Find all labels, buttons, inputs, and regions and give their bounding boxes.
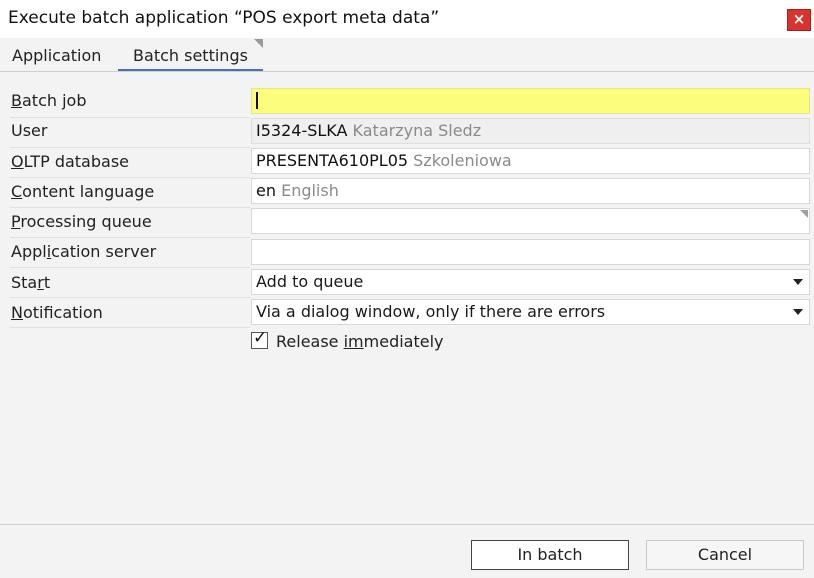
footer-divider bbox=[0, 524, 814, 525]
cancel-button[interactable]: Cancel bbox=[646, 540, 804, 570]
batch-job-label: Batch job bbox=[11, 91, 87, 110]
batch-job-input[interactable] bbox=[251, 88, 810, 114]
title-bar: Execute batch application “POS export me… bbox=[0, 0, 814, 39]
row-divider bbox=[10, 177, 250, 178]
lookup-corner-icon bbox=[800, 210, 808, 218]
text-cursor bbox=[256, 92, 258, 109]
checkmark-icon: ✓ bbox=[253, 328, 268, 348]
chevron-down-icon[interactable] bbox=[793, 309, 803, 315]
row-divider bbox=[10, 147, 250, 148]
row-divider bbox=[10, 117, 250, 118]
oltp-code: PRESENTA610PL05 bbox=[256, 151, 409, 170]
release-immediately-label[interactable]: Release immediately bbox=[276, 332, 444, 351]
window-title: Execute batch application “POS export me… bbox=[8, 8, 440, 28]
content-language-label: Content language bbox=[11, 182, 155, 201]
content-language-input[interactable]: en English bbox=[251, 178, 810, 204]
notification-label: Notification bbox=[11, 303, 103, 322]
user-code: I5324-SLKA bbox=[256, 121, 348, 140]
row-divider bbox=[10, 237, 250, 238]
close-icon[interactable]: × bbox=[787, 9, 811, 31]
language-name: English bbox=[281, 181, 339, 200]
in-batch-button[interactable]: In batch bbox=[471, 540, 629, 570]
chevron-down-icon[interactable] bbox=[793, 279, 803, 285]
user-label: User bbox=[11, 121, 48, 140]
oltp-name: Szkoleniowa bbox=[413, 151, 512, 170]
row-divider bbox=[10, 327, 250, 328]
language-code: en bbox=[256, 181, 276, 200]
user-name: Katarzyna Sledz bbox=[352, 121, 482, 140]
row-divider bbox=[10, 207, 250, 208]
processing-queue-input[interactable] bbox=[251, 208, 810, 234]
oltp-database-input[interactable]: PRESENTA610PL05 Szkoleniowa bbox=[251, 148, 810, 174]
processing-queue-label: Processing queue bbox=[11, 212, 152, 231]
start-label: Start bbox=[11, 273, 51, 292]
row-divider bbox=[10, 297, 250, 298]
user-field: I5324-SLKA Katarzyna Sledz bbox=[251, 118, 810, 144]
notification-select[interactable]: Via a dialog window, only if there are e… bbox=[251, 299, 810, 325]
application-server-input[interactable] bbox=[251, 239, 810, 265]
tab-corner-marker bbox=[254, 39, 263, 48]
row-divider bbox=[10, 267, 250, 268]
release-immediately-checkbox[interactable]: ✓ bbox=[251, 328, 268, 349]
tab-bar: Application Batch settings bbox=[0, 38, 814, 72]
tab-application[interactable]: Application bbox=[12, 46, 101, 65]
oltp-database-label: OLTP database bbox=[11, 152, 129, 171]
tab-batch-settings[interactable]: Batch settings bbox=[118, 46, 263, 71]
start-select[interactable]: Add to queue bbox=[251, 269, 810, 295]
application-server-label: Application server bbox=[11, 242, 157, 261]
